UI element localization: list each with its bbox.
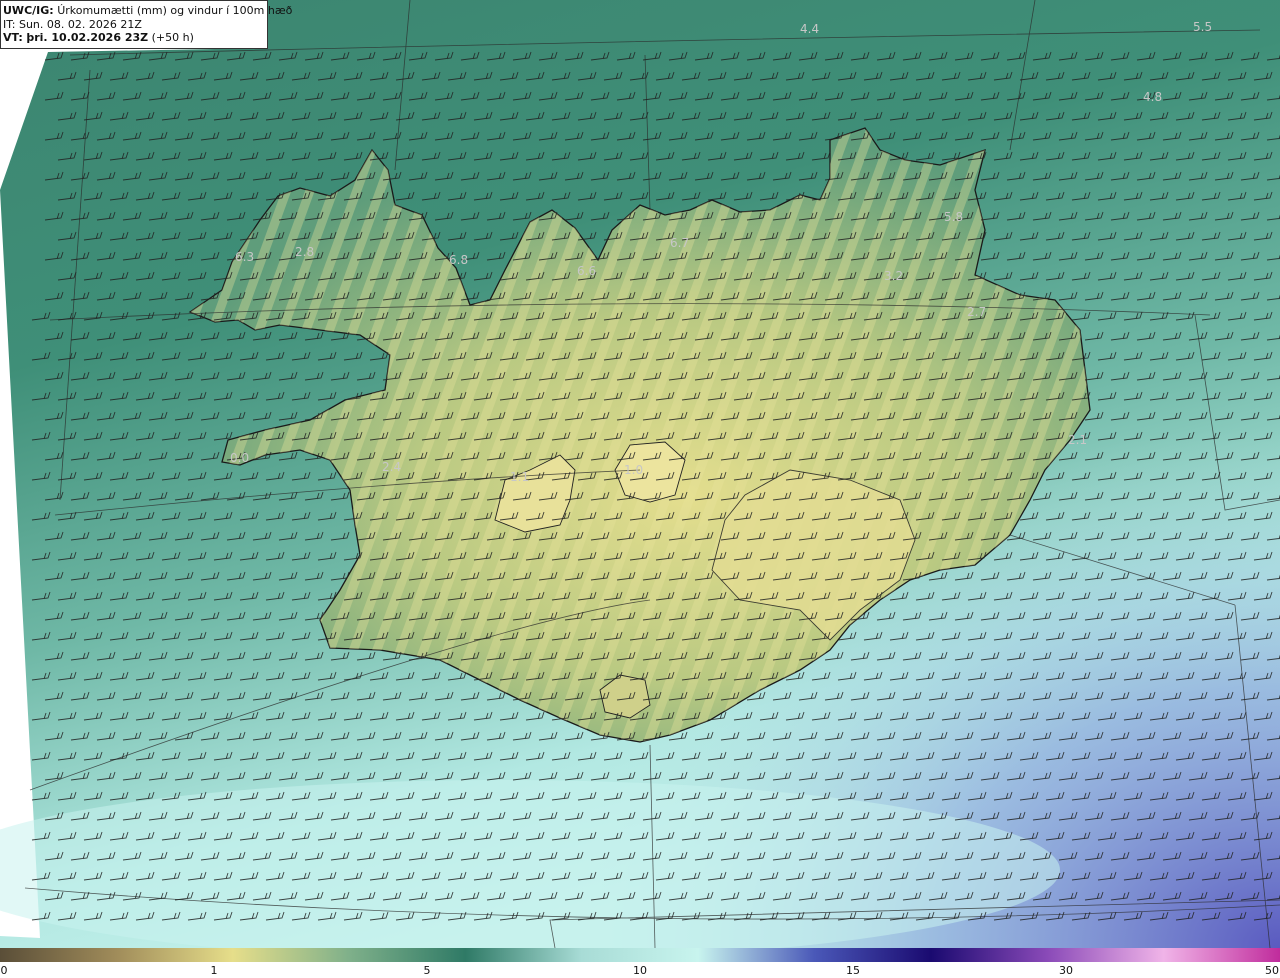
map-title: Úrkomumætti (mm) og vindur í 100m hæð: [57, 4, 293, 17]
value-label: 1.1: [510, 470, 529, 484]
precipitation-map: 4.4 5.5 4.8 5.8 6.3 2.8 6.8 6.6 6.7 3.2 …: [0, 0, 1280, 948]
lead-time: (+50 h): [151, 31, 194, 44]
value-label: 6.8: [449, 253, 468, 267]
value-label: 5.5: [1193, 20, 1212, 34]
init-time-row: IT: Sun. 08. 02. 2026 21Z: [3, 18, 265, 32]
value-label: 0.0: [230, 451, 249, 465]
colorbar-tick: 5: [423, 964, 431, 977]
colorbar-tick: 0: [0, 964, 8, 977]
value-label: 2.1: [1068, 433, 1087, 447]
init-time-label: IT:: [3, 17, 16, 31]
colorbar-tick: 50: [1265, 964, 1279, 977]
value-label: 6.3: [235, 250, 254, 264]
model-name: UWC/IG:: [3, 4, 54, 17]
value-label: 2.4: [382, 460, 401, 474]
value-label: 2.8: [295, 245, 314, 259]
valid-time-row: VT: þri. 10.02.2026 23Z (+50 h): [3, 31, 265, 45]
colorbar: 0 1 5 10 15 30 50: [0, 948, 1280, 978]
value-label: 6.7: [670, 236, 689, 250]
valid-time-label: VT:: [3, 31, 23, 44]
colorbar-tick: 10: [633, 964, 647, 977]
value-label: 5.8: [944, 210, 963, 224]
value-label: 4.4: [800, 22, 819, 36]
forecast-info-box: UWC/IG: Úrkomumætti (mm) og vindur í 100…: [0, 0, 292, 49]
colorbar-tick: 15: [846, 964, 860, 977]
value-label: 3.2: [884, 269, 903, 283]
colorbar-strip: [0, 948, 1280, 962]
colorbar-tick: 1: [210, 964, 218, 977]
title-row: UWC/IG: Úrkomumætti (mm) og vindur í 100…: [3, 4, 292, 18]
init-time-value: Sun. 08. 02. 2026 21Z: [18, 17, 142, 31]
valid-time-value: þri. 10.02.2026 23Z: [26, 31, 149, 44]
value-label: 4.8: [1143, 90, 1162, 104]
colorbar-tick: 30: [1059, 964, 1073, 977]
value-label: 1.0: [624, 463, 643, 477]
value-label: 2.7: [967, 305, 986, 319]
value-label: 6.6: [577, 264, 596, 278]
